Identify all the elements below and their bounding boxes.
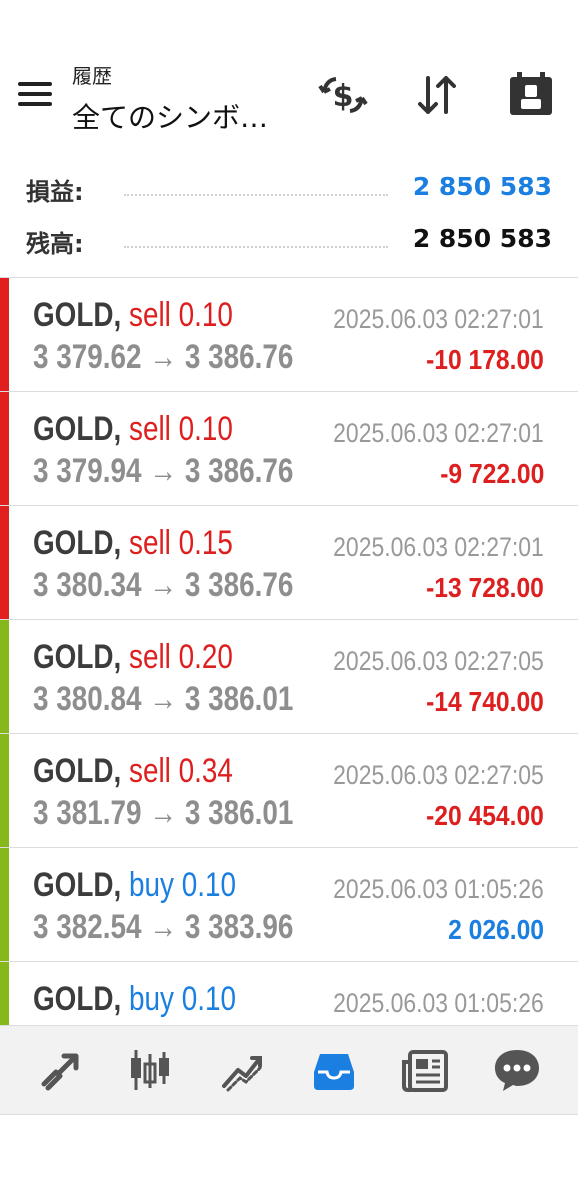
app-bar: 履歴 全てのシンボ… $	[0, 0, 578, 150]
trade-symbol: GOLD, sell 0.15	[33, 524, 233, 563]
trade-prices: 3 380.34 → 3 386.76	[33, 566, 294, 604]
profit-value: 2 850 583	[412, 172, 552, 201]
trade-row[interactable]: GOLD, sell 0.34 2025.06.03 02:27:05 3 381.…	[0, 734, 578, 848]
trade-row[interactable]: GOLD, sell 0.15 2025.06.03 02:27:01 3 380.…	[0, 506, 578, 620]
nav-chat-icon[interactable]	[491, 1044, 543, 1096]
trade-profit: -9 722.00	[439, 458, 544, 489]
balance-value: 2 850 583	[412, 224, 552, 253]
trade-side-volume: sell 0.34	[129, 752, 233, 790]
trade-time: 2025.06.03 01:05:26	[333, 874, 544, 904]
trade-status-bar	[0, 962, 9, 1025]
balance-summary: 残高: 2 850 583	[0, 220, 578, 260]
symbol-filter[interactable]: 全てのシンボ…	[72, 96, 268, 136]
trade-side-volume: sell 0.10	[129, 296, 233, 334]
trade-symbol: GOLD, sell 0.20	[33, 638, 233, 677]
trade-row[interactable]: GOLD, buy 0.10 2025.06.03 01:05:26 3 382.5…	[0, 848, 578, 962]
trade-side-volume: sell 0.10	[129, 410, 233, 448]
trade-time: 2025.06.03 02:27:01	[333, 304, 544, 334]
deposit-withdraw-icon[interactable]: $	[318, 70, 368, 120]
trade-symbol: GOLD, buy 0.10	[33, 866, 236, 905]
trade-symbol: GOLD, buy 0.10	[33, 980, 236, 1019]
trade-row[interactable]: GOLD, buy 0.10 2025.06.03 01:05:26	[0, 962, 578, 1025]
calendar-icon[interactable]	[506, 70, 556, 120]
trade-history-list[interactable]: GOLD, sell 0.10 2025.06.03 02:27:01 3 379.…	[0, 278, 578, 1025]
trade-side-volume: sell 0.15	[129, 524, 233, 562]
trade-profit: -20 454.00	[426, 800, 544, 831]
trade-prices: 3 379.94 → 3 386.76	[33, 452, 294, 490]
trade-status-bar	[0, 734, 9, 847]
trade-side-volume: buy 0.10	[129, 866, 237, 904]
nav-news-icon[interactable]	[400, 1044, 452, 1096]
dotted-leader	[124, 194, 388, 196]
trade-symbol: GOLD, sell 0.10	[33, 296, 233, 335]
dotted-leader	[124, 246, 388, 248]
menu-icon[interactable]	[18, 80, 52, 108]
trade-symbol: GOLD, sell 0.10	[33, 410, 233, 449]
trade-profit: 2 026.00	[448, 914, 544, 945]
trade-time: 2025.06.03 02:27:05	[333, 646, 544, 676]
trade-symbol: GOLD, sell 0.34	[33, 752, 233, 791]
trade-row[interactable]: GOLD, sell 0.20 2025.06.03 02:27:05 3 380.…	[0, 620, 578, 734]
symbol-name: GOLD,	[33, 524, 130, 562]
trade-prices: 3 380.84 → 3 386.01	[33, 680, 294, 718]
svg-text:$: $	[333, 79, 354, 114]
symbol-name: GOLD,	[33, 980, 130, 1018]
trade-row[interactable]: GOLD, sell 0.10 2025.06.03 02:27:01 3 379.…	[0, 392, 578, 506]
trade-time: 2025.06.03 02:27:05	[333, 760, 544, 790]
trade-status-bar	[0, 278, 9, 391]
trade-status-bar	[0, 620, 9, 733]
profit-label: 損益:	[26, 178, 84, 206]
trade-status-bar	[0, 848, 9, 961]
trade-status-bar	[0, 506, 9, 619]
nav-quotes-icon[interactable]	[216, 1044, 268, 1096]
trade-prices: 3 382.54 → 3 383.96	[33, 908, 294, 946]
nav-trade-icon[interactable]	[34, 1044, 86, 1096]
symbol-name: GOLD,	[33, 866, 130, 904]
symbol-name: GOLD,	[33, 638, 130, 676]
trade-profit: -14 740.00	[426, 686, 544, 717]
trade-time: 2025.06.03 01:05:26	[333, 988, 544, 1018]
symbol-name: GOLD,	[33, 296, 130, 334]
trade-prices: 3 379.62 → 3 386.76	[33, 338, 294, 376]
page-title: 履歴	[72, 64, 112, 88]
trade-row[interactable]: GOLD, sell 0.10 2025.06.03 02:27:01 3 379.…	[0, 278, 578, 392]
trade-side-volume: sell 0.20	[129, 638, 233, 676]
balance-label: 残高:	[26, 230, 84, 258]
trade-prices: 3 381.79 → 3 386.01	[33, 794, 294, 832]
trade-profit: -13 728.00	[426, 572, 544, 603]
trade-time: 2025.06.03 02:27:01	[333, 418, 544, 448]
trade-status-bar	[0, 392, 9, 505]
trade-profit: -10 178.00	[426, 344, 544, 375]
sort-icon[interactable]	[412, 70, 462, 120]
profit-summary: 損益: 2 850 583	[0, 168, 578, 208]
symbol-name: GOLD,	[33, 752, 130, 790]
nav-history-icon[interactable]	[308, 1044, 360, 1096]
trade-side-volume: buy 0.10	[129, 980, 237, 1018]
bottom-navigation	[0, 1025, 578, 1115]
trade-time: 2025.06.03 02:27:01	[333, 532, 544, 562]
symbol-name: GOLD,	[33, 410, 130, 448]
nav-chart-icon[interactable]	[124, 1044, 176, 1096]
